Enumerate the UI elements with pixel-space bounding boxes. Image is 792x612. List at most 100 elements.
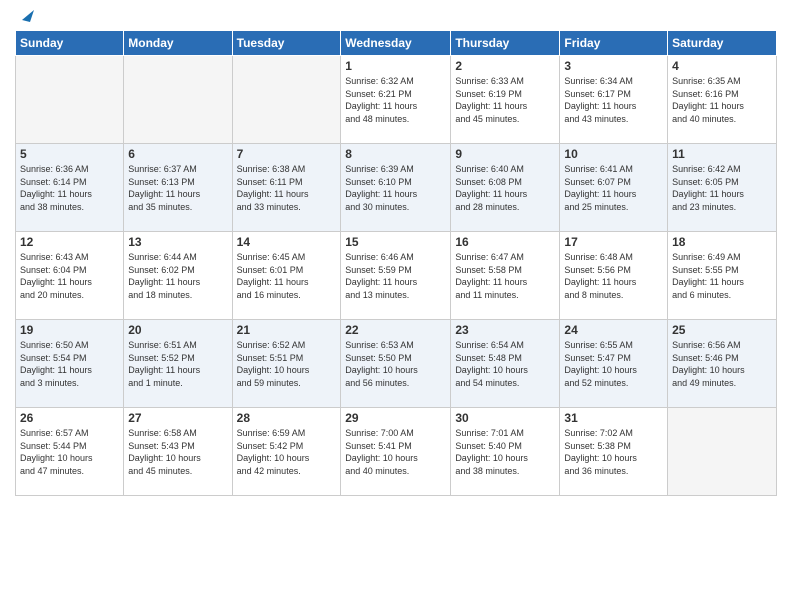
day-number: 26 [20, 411, 119, 425]
table-row: 7 Sunrise: 6:38 AM Sunset: 6:11 PM Daylig… [232, 144, 341, 232]
day-info: Sunrise: 6:47 AM Sunset: 5:58 PM Dayligh… [455, 251, 555, 301]
day-info: Sunrise: 6:51 AM Sunset: 5:52 PM Dayligh… [128, 339, 227, 389]
day-number: 1 [345, 59, 446, 73]
day-info: Sunrise: 6:35 AM Sunset: 6:16 PM Dayligh… [672, 75, 772, 125]
day-info: Sunrise: 6:45 AM Sunset: 6:01 PM Dayligh… [237, 251, 337, 301]
day-number: 3 [564, 59, 663, 73]
table-row: 8 Sunrise: 6:39 AM Sunset: 6:10 PM Daylig… [341, 144, 451, 232]
day-number: 15 [345, 235, 446, 249]
day-info: Sunrise: 6:40 AM Sunset: 6:08 PM Dayligh… [455, 163, 555, 213]
table-row [668, 408, 777, 496]
day-info: Sunrise: 6:52 AM Sunset: 5:51 PM Dayligh… [237, 339, 337, 389]
table-row: 6Sunrise: 6:37 AM Sunset: 6:13 PM Daylig… [124, 144, 232, 232]
table-row: 28 Sunrise: 6:59 AM Sunset: 5:42 PM Dayli… [232, 408, 341, 496]
day-info: Sunrise: 6:50 AM Sunset: 5:54 PM Dayligh… [20, 339, 119, 389]
table-row: 25Sunrise: 6:56 AM Sunset: 5:46 PM Dayli… [668, 320, 777, 408]
day-number: 6 [128, 147, 227, 161]
table-row: 14 Sunrise: 6:45 AM Sunset: 6:01 PM Dayli… [232, 232, 341, 320]
day-number: 29 [345, 411, 446, 425]
day-info: Sunrise: 6:55 AM Sunset: 5:47 PM Dayligh… [564, 339, 663, 389]
table-row: 24 Sunrise: 6:55 AM Sunset: 5:47 PM Dayli… [560, 320, 668, 408]
calendar-table: Sunday Monday Tuesday Wednesday Thursday… [15, 30, 777, 496]
day-number: 20 [128, 323, 227, 337]
table-row: 4 Sunrise: 6:35 AM Sunset: 6:16 PM Daylig… [668, 56, 777, 144]
day-info: Sunrise: 7:00 AM Sunset: 5:41 PM Dayligh… [345, 427, 446, 477]
day-number: 12 [20, 235, 119, 249]
col-thursday: Thursday [451, 31, 560, 56]
calendar-week-row: 19 Sunrise: 6:50 AM Sunset: 5:54 PM Dayli… [16, 320, 777, 408]
col-saturday: Saturday [668, 31, 777, 56]
day-number: 18 [672, 235, 772, 249]
day-info: Sunrise: 6:57 AM Sunset: 5:44 PM Dayligh… [20, 427, 119, 477]
table-row: 18 Sunrise: 6:49 AM Sunset: 5:55 PM Dayli… [668, 232, 777, 320]
day-number: 23 [455, 323, 555, 337]
day-number: 14 [237, 235, 337, 249]
day-info: Sunrise: 7:02 AM Sunset: 5:38 PM Dayligh… [564, 427, 663, 477]
col-monday: Monday [124, 31, 232, 56]
day-number: 19 [20, 323, 119, 337]
day-number: 9 [455, 147, 555, 161]
day-number: 31 [564, 411, 663, 425]
logo-bird-icon [16, 6, 34, 24]
table-row: 2 Sunrise: 6:33 AM Sunset: 6:19 PM Daylig… [451, 56, 560, 144]
day-info: Sunrise: 6:42 AM Sunset: 6:05 PM Dayligh… [672, 163, 772, 213]
table-row [232, 56, 341, 144]
calendar-header-row: Sunday Monday Tuesday Wednesday Thursday… [16, 31, 777, 56]
day-number: 27 [128, 411, 227, 425]
day-number: 13 [128, 235, 227, 249]
day-info: Sunrise: 6:39 AM Sunset: 6:10 PM Dayligh… [345, 163, 446, 213]
day-info: Sunrise: 6:38 AM Sunset: 6:11 PM Dayligh… [237, 163, 337, 213]
table-row: 15 Sunrise: 6:46 AM Sunset: 5:59 PM Dayli… [341, 232, 451, 320]
logo [15, 10, 34, 24]
calendar-week-row: 1 Sunrise: 6:32 AM Sunset: 6:21 PM Daylig… [16, 56, 777, 144]
table-row: 30Sunrise: 7:01 AM Sunset: 5:40 PM Dayli… [451, 408, 560, 496]
day-number: 4 [672, 59, 772, 73]
calendar-week-row: 12Sunrise: 6:43 AM Sunset: 6:04 PM Dayli… [16, 232, 777, 320]
day-number: 24 [564, 323, 663, 337]
day-number: 28 [237, 411, 337, 425]
day-info: Sunrise: 6:58 AM Sunset: 5:43 PM Dayligh… [128, 427, 227, 477]
table-row: 5 Sunrise: 6:36 AM Sunset: 6:14 PM Daylig… [16, 144, 124, 232]
table-row: 9 Sunrise: 6:40 AM Sunset: 6:08 PM Daylig… [451, 144, 560, 232]
day-info: Sunrise: 6:34 AM Sunset: 6:17 PM Dayligh… [564, 75, 663, 125]
day-info: Sunrise: 6:59 AM Sunset: 5:42 PM Dayligh… [237, 427, 337, 477]
day-number: 17 [564, 235, 663, 249]
day-number: 2 [455, 59, 555, 73]
table-row: 12Sunrise: 6:43 AM Sunset: 6:04 PM Dayli… [16, 232, 124, 320]
table-row: 10Sunrise: 6:41 AM Sunset: 6:07 PM Dayli… [560, 144, 668, 232]
day-info: Sunrise: 6:54 AM Sunset: 5:48 PM Dayligh… [455, 339, 555, 389]
day-number: 16 [455, 235, 555, 249]
day-info: Sunrise: 6:41 AM Sunset: 6:07 PM Dayligh… [564, 163, 663, 213]
table-row [16, 56, 124, 144]
header [15, 10, 777, 24]
day-number: 5 [20, 147, 119, 161]
col-tuesday: Tuesday [232, 31, 341, 56]
table-row: 16 Sunrise: 6:47 AM Sunset: 5:58 PM Dayli… [451, 232, 560, 320]
day-number: 8 [345, 147, 446, 161]
table-row: 31 Sunrise: 7:02 AM Sunset: 5:38 PM Dayli… [560, 408, 668, 496]
day-info: Sunrise: 6:33 AM Sunset: 6:19 PM Dayligh… [455, 75, 555, 125]
day-info: Sunrise: 6:48 AM Sunset: 5:56 PM Dayligh… [564, 251, 663, 301]
col-friday: Friday [560, 31, 668, 56]
table-row: 11Sunrise: 6:42 AM Sunset: 6:05 PM Dayli… [668, 144, 777, 232]
col-wednesday: Wednesday [341, 31, 451, 56]
table-row: 13Sunrise: 6:44 AM Sunset: 6:02 PM Dayli… [124, 232, 232, 320]
day-info: Sunrise: 6:32 AM Sunset: 6:21 PM Dayligh… [345, 75, 446, 125]
table-row: 23 Sunrise: 6:54 AM Sunset: 5:48 PM Dayli… [451, 320, 560, 408]
calendar-week-row: 5 Sunrise: 6:36 AM Sunset: 6:14 PM Daylig… [16, 144, 777, 232]
day-info: Sunrise: 6:49 AM Sunset: 5:55 PM Dayligh… [672, 251, 772, 301]
table-row: 19 Sunrise: 6:50 AM Sunset: 5:54 PM Dayli… [16, 320, 124, 408]
day-number: 21 [237, 323, 337, 337]
table-row: 22Sunrise: 6:53 AM Sunset: 5:50 PM Dayli… [341, 320, 451, 408]
table-row: 29 Sunrise: 7:00 AM Sunset: 5:41 PM Dayli… [341, 408, 451, 496]
day-info: Sunrise: 6:46 AM Sunset: 5:59 PM Dayligh… [345, 251, 446, 301]
table-row: 17 Sunrise: 6:48 AM Sunset: 5:56 PM Dayli… [560, 232, 668, 320]
table-row [124, 56, 232, 144]
col-sunday: Sunday [16, 31, 124, 56]
day-number: 22 [345, 323, 446, 337]
table-row: 3 Sunrise: 6:34 AM Sunset: 6:17 PM Daylig… [560, 56, 668, 144]
table-row: 1 Sunrise: 6:32 AM Sunset: 6:21 PM Daylig… [341, 56, 451, 144]
table-row: 21 Sunrise: 6:52 AM Sunset: 5:51 PM Dayli… [232, 320, 341, 408]
day-info: Sunrise: 6:36 AM Sunset: 6:14 PM Dayligh… [20, 163, 119, 213]
day-number: 7 [237, 147, 337, 161]
